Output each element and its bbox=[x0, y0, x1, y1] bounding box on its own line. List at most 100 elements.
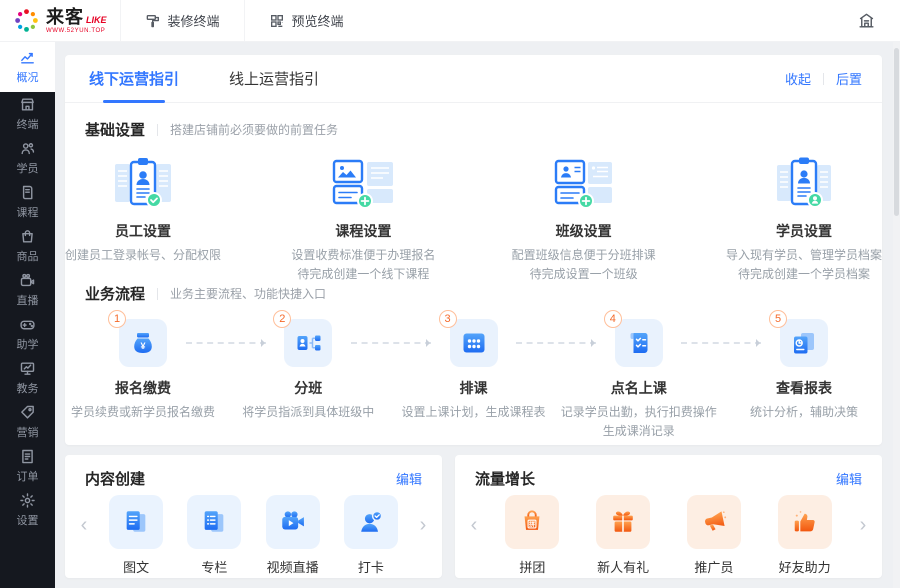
sidebar-item-overview[interactable]: 概况 bbox=[0, 42, 55, 92]
step-number-badge: 1 bbox=[108, 310, 126, 328]
step-view-reports[interactable]: 5 查看报表 统计分析，辅助决策 bbox=[726, 310, 882, 436]
sidebar-item-label: 学员 bbox=[16, 163, 39, 175]
growth-item-group-buy[interactable]: 拼 拼团 bbox=[487, 495, 578, 576]
sidebar-item-academic[interactable]: 教务 bbox=[0, 356, 55, 400]
sidebar-item-label: 商品 bbox=[16, 251, 39, 263]
item-label: 好友助力 bbox=[778, 560, 831, 575]
card-desc: 创建员工登录帐号、分配权限 bbox=[65, 248, 222, 262]
item-label: 视频直播 bbox=[266, 560, 319, 575]
student-setup-icon bbox=[726, 155, 882, 211]
step-title: 排课 bbox=[459, 380, 488, 396]
chevron-left-icon[interactable]: ‹ bbox=[461, 515, 487, 535]
sidebar-item-live[interactable]: 直播 bbox=[0, 268, 55, 312]
step-title: 报名缴费 bbox=[115, 380, 171, 396]
item-label: 图文 bbox=[123, 560, 150, 575]
sidebar-item-label: 直播 bbox=[16, 295, 39, 307]
preview-terminal-button[interactable]: 预览终端 bbox=[243, 0, 368, 41]
marketing-tag-icon bbox=[19, 404, 36, 421]
promoter-icon bbox=[686, 495, 741, 549]
step-desc bbox=[65, 422, 221, 436]
item-label: 拼团 bbox=[519, 560, 546, 575]
basic-settings-header: 基础设置 搭建店铺前必须要做的前置任务 bbox=[85, 119, 338, 140]
card-staff-setup[interactable]: 员工设置 创建员工登录帐号、分配权限 bbox=[65, 155, 221, 279]
growth-item-friend-boost[interactable]: 好友助力 bbox=[759, 495, 850, 576]
sidebar-item-students[interactable]: 学员 bbox=[0, 136, 55, 180]
guide-actions: 收起 后置 bbox=[785, 69, 862, 88]
class-setup-icon bbox=[506, 155, 662, 211]
scrollbar[interactable] bbox=[893, 42, 900, 588]
sidebar-item-study-aid[interactable]: 助学 bbox=[0, 312, 55, 356]
step-enroll-pay[interactable]: 1 ¥ 报名缴费 学员续费或新学员报名缴费 bbox=[65, 310, 221, 436]
card-desc: 待完成设置一个班级 bbox=[529, 267, 638, 281]
card-title: 课程设置 bbox=[335, 223, 392, 239]
content-edit-link[interactable]: 编辑 bbox=[396, 469, 422, 488]
settings-gear-icon bbox=[19, 492, 36, 509]
chevron-right-icon[interactable]: › bbox=[850, 515, 876, 535]
sidebar-item-terminal[interactable]: 终端 bbox=[0, 92, 55, 136]
step-rollcall[interactable]: 4 点名上课 记录学员出勤，执行扣费操作 生成课消记录 bbox=[561, 310, 717, 438]
step-number-badge: 5 bbox=[769, 310, 787, 328]
report-icon bbox=[780, 319, 828, 367]
schedule-icon bbox=[449, 319, 498, 367]
content-item-column[interactable]: 专栏 bbox=[175, 495, 253, 576]
card-course-setup[interactable]: 课程设置 设置收费标准便于办理报名 待完成创建一个线下课程 bbox=[285, 155, 441, 281]
growth-edit-link[interactable]: 编辑 bbox=[836, 469, 862, 488]
sidebar-nav: 概况 终端 学员 课程 商品 直播 助学 教务 营销 订单 设置 bbox=[0, 42, 55, 588]
step-assign-class[interactable]: 2 分班 将学员指派到具体班级中 bbox=[230, 310, 386, 436]
section-title: 基础设置 bbox=[85, 122, 146, 139]
sidebar-item-goods[interactable]: 商品 bbox=[0, 224, 55, 268]
decorate-terminal-button[interactable]: 装修终端 bbox=[119, 0, 244, 41]
sidebar-item-marketing[interactable]: 营销 bbox=[0, 400, 55, 444]
brand-site: WWW.52YUN.TOP bbox=[46, 27, 106, 34]
actions-divider bbox=[822, 72, 824, 85]
card-title: 班级设置 bbox=[555, 223, 612, 239]
content-item-checkin[interactable]: 打卡 bbox=[332, 495, 410, 576]
sidebar-item-settings[interactable]: 设置 bbox=[0, 488, 55, 532]
step-title: 查看报表 bbox=[776, 380, 832, 396]
operation-guide-card: 线下运营指引 线上运营指引 收起 后置 基础设置 搭建店铺前必须要做的前置任务 bbox=[65, 55, 882, 445]
card-student-setup[interactable]: 学员设置 导入现有学员、管理学员档案 待完成创建一个学员档案 bbox=[726, 155, 882, 281]
content-item-video-live[interactable]: 视频直播 bbox=[254, 495, 332, 576]
sidebar-item-label: 设置 bbox=[16, 515, 39, 527]
newcomer-gift-icon bbox=[596, 495, 651, 549]
card-desc: 设置收费标准便于办理报名 bbox=[291, 248, 436, 262]
content-item-article[interactable]: 图文 bbox=[97, 495, 175, 576]
step-desc bbox=[230, 422, 386, 436]
sidebar-item-label: 助学 bbox=[16, 339, 39, 351]
business-flow-row: 1 ¥ 报名缴费 学员续费或新学员报名缴费 2 分班 将学员指派到具体班级中 3… bbox=[65, 310, 882, 438]
checkin-icon bbox=[343, 495, 398, 549]
step-title: 分班 bbox=[294, 380, 323, 396]
growth-item-newcomer-gift[interactable]: 新人有礼 bbox=[578, 495, 669, 576]
step-desc: 设置上课计划，生成课程表 bbox=[401, 405, 546, 419]
scrollbar-thumb[interactable] bbox=[894, 48, 899, 216]
step-schedule[interactable]: 3 排课 设置上课计划，生成课程表 bbox=[396, 310, 552, 436]
enroll-pay-icon: ¥ bbox=[119, 319, 167, 367]
assign-class-icon bbox=[284, 319, 333, 367]
send-back-link[interactable]: 后置 bbox=[836, 69, 862, 88]
brand-name: 来客 bbox=[46, 6, 84, 27]
growth-item-promoter[interactable]: 推广员 bbox=[669, 495, 760, 576]
sidebar-item-label: 订单 bbox=[16, 471, 39, 483]
collapse-link[interactable]: 收起 bbox=[785, 69, 811, 88]
traffic-growth-panel: 流量增长 编辑 ‹ 拼 拼团 新人有礼 推广员 好友助力 › bbox=[455, 455, 882, 578]
sidebar-item-orders[interactable]: 订单 bbox=[0, 444, 55, 488]
card-title: 学员设置 bbox=[775, 223, 832, 239]
chevron-left-icon[interactable]: ‹ bbox=[71, 515, 97, 535]
sidebar-item-courses[interactable]: 课程 bbox=[0, 180, 55, 224]
step-desc: 学员续费或新学员报名缴费 bbox=[70, 405, 215, 419]
tab-offline-guide[interactable]: 线下运营指引 bbox=[85, 55, 183, 103]
shop-building-icon[interactable] bbox=[857, 11, 876, 30]
brand-logo-icon bbox=[13, 7, 40, 34]
card-desc bbox=[65, 265, 221, 279]
tab-online-guide[interactable]: 线上运营指引 bbox=[225, 55, 323, 103]
card-class-setup[interactable]: 班级设置 配置班级信息便于分班排课 待完成设置一个班级 bbox=[506, 155, 662, 281]
chevron-right-icon[interactable]: › bbox=[410, 515, 436, 535]
tab-online-guide-label: 线上运营指引 bbox=[229, 71, 320, 88]
step-desc bbox=[396, 422, 552, 436]
study-aid-gamepad-icon bbox=[19, 316, 36, 333]
step-desc: 统计分析，辅助决策 bbox=[749, 405, 858, 419]
basic-settings-row: 员工设置 创建员工登录帐号、分配权限 课程设置 设置收费标准便于办理报名 待完成… bbox=[65, 155, 882, 281]
brand-logo[interactable]: 来客 LIKE WWW.52YUN.TOP bbox=[0, 0, 120, 41]
storefront-icon bbox=[19, 96, 36, 113]
item-label: 专栏 bbox=[201, 560, 228, 575]
